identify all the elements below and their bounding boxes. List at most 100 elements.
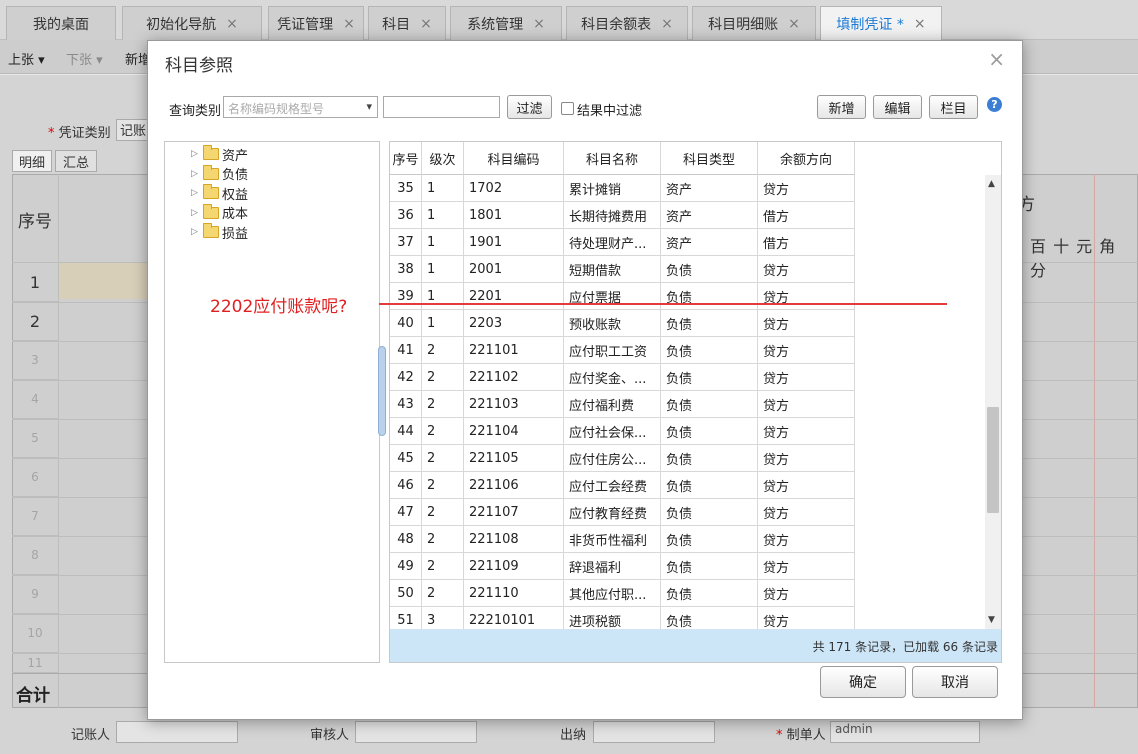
table-cell: 2 <box>422 337 464 364</box>
expand-arrow-icon[interactable]: ▷ <box>191 208 200 218</box>
tree-node[interactable]: ▷ 损益 <box>191 223 249 242</box>
table-cell: 负债 <box>661 391 758 418</box>
expand-arrow-icon[interactable]: ▷ <box>191 227 200 237</box>
table-cell: 应付票据 <box>564 283 661 310</box>
tree-node[interactable]: ▷ 负债 <box>191 164 248 183</box>
column-header[interactable]: 科目类型 <box>661 142 758 175</box>
table-cell: 贷方 <box>758 337 855 364</box>
account-reference-dialog: 科目参照 × 查询类别 名称编码规格型号 ▾ 过滤 结果中过滤 新增 编辑 栏目… <box>147 40 1023 720</box>
tree-node[interactable]: ▷ 成本 <box>191 203 248 222</box>
prev-voucher-button[interactable]: 上张 ▾ <box>8 49 45 68</box>
cancel-button[interactable]: 取消 <box>912 666 998 698</box>
chevron-down-icon: ▾ <box>366 100 372 113</box>
next-voucher-button[interactable]: 下张 ▾ <box>66 49 103 68</box>
expand-arrow-icon[interactable]: ▷ <box>191 188 200 198</box>
table-cell: 短期借款 <box>564 256 661 283</box>
table-cell: 应付福利费 <box>564 391 661 418</box>
table-cell: 49 <box>390 553 422 580</box>
scroll-down-icon[interactable]: ▼ <box>988 615 995 625</box>
close-icon[interactable]: × <box>226 16 238 32</box>
query-type-label: 查询类别 <box>169 104 222 119</box>
help-icon[interactable]: ? <box>987 97 1002 112</box>
table-cell: 负债 <box>661 499 758 526</box>
table-cell: 47 <box>390 499 422 526</box>
splitter-handle[interactable] <box>378 346 386 436</box>
tab-detail[interactable]: 明细 <box>12 150 52 172</box>
cashier-field <box>593 721 715 743</box>
table-cell: 221104 <box>464 418 564 445</box>
expand-arrow-icon[interactable]: ▷ <box>191 149 200 159</box>
selected-cell[interactable] <box>58 263 148 299</box>
tab-voucher-mgmt[interactable]: 凭证管理 × <box>268 6 364 40</box>
tab-label: 填制凭证 * <box>836 16 904 33</box>
account-category-tree: ▷ 资产 ▷ 负债 ▷ 权益 ▷ 成本 ▷ 损益 <box>164 141 380 663</box>
table-cell: 2203 <box>464 310 564 337</box>
table-cell: 应付住房公... <box>564 445 661 472</box>
table-cell: 221101 <box>464 337 564 364</box>
tree-node-label: 损益 <box>222 226 249 242</box>
scrollbar-thumb[interactable] <box>987 407 999 513</box>
edit-button[interactable]: 编辑 <box>873 95 922 119</box>
table-cell: 48 <box>390 526 422 553</box>
table-cell: 35 <box>390 175 422 202</box>
table-cell: 1901 <box>464 229 564 256</box>
expand-arrow-icon[interactable]: ▷ <box>191 169 200 179</box>
close-icon[interactable]: × <box>988 47 1005 71</box>
scroll-up-icon[interactable]: ▲ <box>988 179 995 189</box>
annotation-line <box>379 303 947 305</box>
table-cell: 贷方 <box>758 391 855 418</box>
row-number: 2 <box>12 302 58 341</box>
table-cell: 贷方 <box>758 445 855 472</box>
row-number: 11 <box>12 653 58 673</box>
table-cell: 应付奖金、... <box>564 364 661 391</box>
columns-button[interactable]: 栏目 <box>929 95 978 119</box>
tab-detail-ledger[interactable]: 科目明细账 × <box>692 6 816 40</box>
column-header[interactable]: 科目名称 <box>564 142 661 175</box>
amount-units-header: 百 十 元 角 分 <box>1030 237 1117 280</box>
dialog-title: 科目参照 <box>165 56 233 76</box>
add-button[interactable]: 新增 <box>817 95 866 119</box>
grid-divider <box>1094 174 1095 708</box>
table-cell: 2 <box>422 445 464 472</box>
tab-summary[interactable]: 汇总 <box>55 150 97 172</box>
table-cell: 贷方 <box>758 499 855 526</box>
close-icon[interactable]: × <box>661 16 673 32</box>
vertical-scrollbar[interactable]: ▲ ▼ <box>985 175 1001 629</box>
close-icon[interactable]: × <box>788 16 800 32</box>
search-input[interactable] <box>383 96 500 118</box>
table-cell: 累计摊销 <box>564 175 661 202</box>
table-cell: 资产 <box>661 202 758 229</box>
table-cell: 2 <box>422 472 464 499</box>
folder-icon <box>203 164 219 180</box>
table-cell: 应付职工工资 <box>564 337 661 364</box>
tab-fill-voucher[interactable]: 填制凭证 * × <box>820 6 942 40</box>
row-number: 6 <box>12 458 58 497</box>
tree-node[interactable]: ▷ 权益 <box>191 184 248 203</box>
tab-label: 我的桌面 <box>33 16 89 33</box>
filter-in-results-checkbox[interactable] <box>561 102 574 115</box>
filter-button[interactable]: 过滤 <box>507 95 552 119</box>
close-icon[interactable]: × <box>420 16 432 32</box>
tab-balance-sheet[interactable]: 科目余额表 × <box>566 6 688 40</box>
confirm-button[interactable]: 确定 <box>820 666 906 698</box>
table-cell: 2001 <box>464 256 564 283</box>
tree-node[interactable]: ▷ 资产 <box>191 145 248 164</box>
column-header[interactable]: 科目编码 <box>464 142 564 175</box>
table-cell: 221109 <box>464 553 564 580</box>
close-icon[interactable]: × <box>343 16 355 32</box>
tab-label: 凭证管理 <box>277 16 334 33</box>
close-icon[interactable]: × <box>914 16 926 32</box>
close-icon[interactable]: × <box>533 16 545 32</box>
tab-desktop[interactable]: 我的桌面 <box>6 6 116 40</box>
column-header[interactable]: 余额方向 <box>758 142 855 175</box>
tab-account[interactable]: 科目 × <box>368 6 446 40</box>
tab-system-mgmt[interactable]: 系统管理 × <box>450 6 562 40</box>
filter-in-results-label: 结果中过滤 <box>577 104 643 119</box>
query-type-select[interactable]: 名称编码规格型号 ▾ <box>223 96 378 118</box>
table-cell: 应付社会保... <box>564 418 661 445</box>
column-header[interactable]: 级次 <box>422 142 464 175</box>
tab-init-nav[interactable]: 初始化导航 × <box>122 6 262 40</box>
maker-field: admin <box>830 721 980 743</box>
column-header[interactable]: 序号 <box>390 142 422 175</box>
tab-label: 系统管理 <box>467 16 524 33</box>
